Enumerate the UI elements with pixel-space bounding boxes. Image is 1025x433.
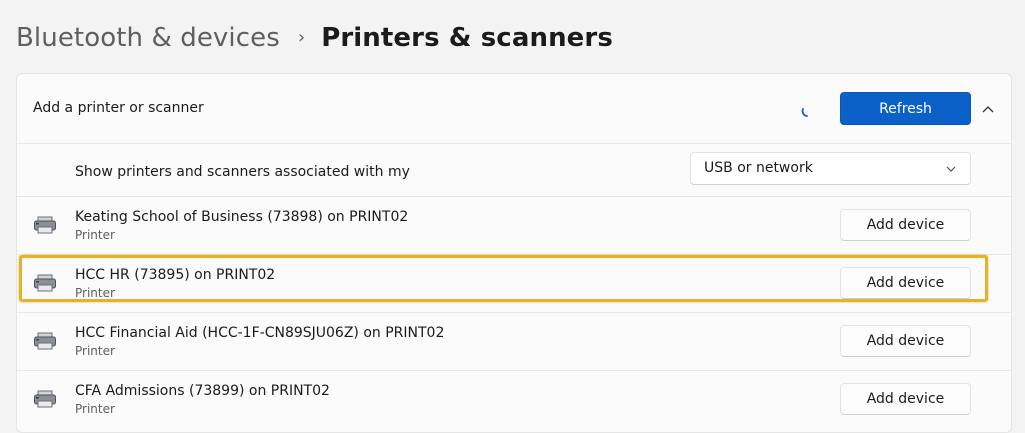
printer-row[interactable]: CFA Admissions (73899) on PRINT02 Printe… bbox=[17, 371, 1011, 428]
add-device-button[interactable]: Add device bbox=[840, 383, 971, 415]
filter-row: Show printers and scanners associated wi… bbox=[17, 144, 1011, 200]
printer-filter-dropdown[interactable]: USB or network bbox=[690, 152, 971, 185]
breadcrumb-separator-icon: › bbox=[297, 26, 306, 48]
printer-name: Keating School of Business (73898) on PR… bbox=[75, 209, 409, 225]
printer-icon bbox=[34, 390, 56, 408]
breadcrumb-parent-link[interactable]: Bluetooth & devices bbox=[16, 23, 280, 53]
page-title: Printers & scanners bbox=[321, 23, 613, 53]
printer-row[interactable]: Keating School of Business (73898) on PR… bbox=[17, 197, 1011, 254]
printers-panel: Add a printer or scanner Refresh Show pr… bbox=[16, 73, 1012, 433]
chevron-down-icon bbox=[946, 166, 956, 172]
printer-name: HCC HR (73895) on PRINT02 bbox=[75, 267, 276, 283]
printer-icon bbox=[34, 274, 56, 292]
add-device-button[interactable]: Add device bbox=[840, 325, 971, 357]
printer-type: Printer bbox=[75, 402, 115, 416]
printer-type: Printer bbox=[75, 286, 115, 300]
printer-row[interactable]: HCC HR (73895) on PRINT02 Printer Add de… bbox=[17, 255, 1011, 312]
printer-type: Printer bbox=[75, 228, 115, 242]
printer-name: CFA Admissions (73899) on PRINT02 bbox=[75, 383, 330, 399]
loading-spinner-icon bbox=[801, 108, 808, 117]
add-device-button[interactable]: Add device bbox=[840, 267, 971, 299]
printer-icon bbox=[34, 216, 56, 234]
add-device-button[interactable]: Add device bbox=[840, 209, 971, 241]
dropdown-selected-value: USB or network bbox=[704, 160, 813, 176]
breadcrumb: Bluetooth & devices › Printers & scanner… bbox=[16, 18, 613, 58]
chevron-up-icon[interactable] bbox=[980, 101, 996, 117]
printer-type: Printer bbox=[75, 344, 115, 358]
add-printer-label: Add a printer or scanner bbox=[33, 100, 204, 116]
refresh-button[interactable]: Refresh bbox=[840, 92, 971, 125]
printer-row[interactable]: HCC Financial Aid (HCC-1F-CN89SJU06Z) on… bbox=[17, 313, 1011, 370]
filter-label: Show printers and scanners associated wi… bbox=[75, 164, 410, 180]
printer-icon bbox=[34, 332, 56, 350]
printer-name: HCC Financial Aid (HCC-1F-CN89SJU06Z) on… bbox=[75, 325, 445, 341]
add-printer-row[interactable]: Add a printer or scanner Refresh bbox=[17, 74, 1011, 143]
